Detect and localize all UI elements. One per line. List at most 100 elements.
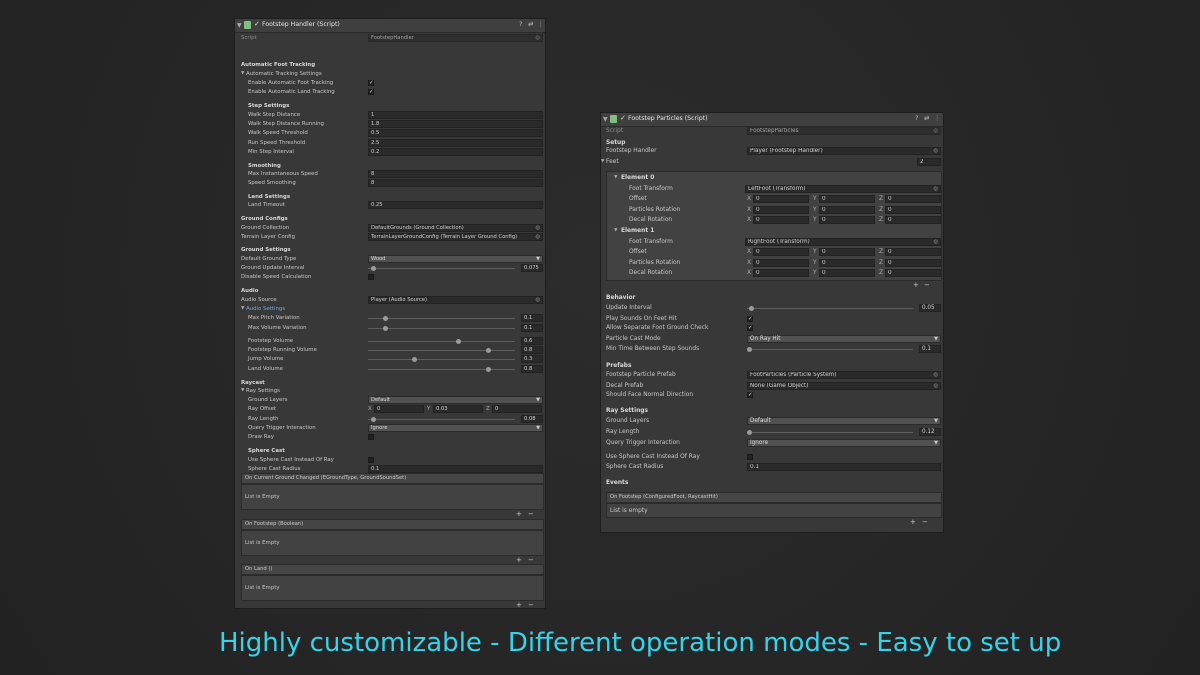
dropdown-query-trigger-interaction[interactable]: Ignore ▼ [747, 439, 941, 447]
field-sphere-cast-radius[interactable]: 0.1 [368, 465, 543, 473]
object-field-terrain-layer-config[interactable]: TerrainLayerGroundConfig (Terrain Layer … [368, 233, 543, 241]
checkbox-enable-automatic-land-tracking[interactable]: ✓ [368, 89, 374, 95]
vector-field-y[interactable]: 0 [819, 195, 875, 203]
foldout-arrow-icon[interactable]: ▼ [241, 386, 244, 396]
slider-handle[interactable] [749, 306, 754, 311]
slider-track-ray-length[interactable] [368, 419, 515, 420]
foldout-arrow-icon[interactable]: ▼ [237, 22, 242, 29]
slider-value-land-volume[interactable]: 0.8 [521, 365, 543, 373]
slider-handle[interactable] [383, 326, 388, 331]
slider-track-jump-volume[interactable] [368, 359, 515, 360]
enabled-checkbox[interactable]: ✓ [254, 20, 260, 28]
field-walk-step-distance-running[interactable]: 1.8 [368, 120, 543, 128]
vector-field-y[interactable]: 0 [819, 248, 875, 256]
vector-field-x[interactable]: 0 [753, 259, 809, 267]
slider-value-update-interval[interactable]: 0.05 [919, 304, 941, 312]
slider-handle[interactable] [747, 347, 752, 352]
slider-track-ray-length[interactable] [747, 432, 913, 433]
object-field-foot-transform[interactable]: LeftFoot (Transform) ◎ [745, 185, 941, 193]
object-picker-icon[interactable]: ◎ [933, 148, 938, 154]
slider-value-ray-length[interactable]: 0.08 [521, 415, 543, 423]
object-picker-icon[interactable]: ◎ [535, 225, 540, 231]
slider-value-footstep-volume[interactable]: 0.6 [521, 337, 543, 345]
enabled-checkbox[interactable]: ✓ [620, 114, 626, 122]
foldout-arrow-icon[interactable]: ▼ [241, 69, 244, 79]
add-foot-button[interactable]: + [913, 281, 919, 289]
object-field-foot-transform[interactable]: RightFoot (Transform) ◎ [745, 238, 941, 246]
checkbox-enable-automatic-foot-tracking[interactable]: ✓ [368, 80, 374, 86]
object-field-footstep-particle-prefab[interactable]: FootParticles (Particle System) ◎ [747, 371, 941, 379]
vector-field-z[interactable]: 0 [885, 195, 941, 203]
remove-event-button[interactable]: − [922, 518, 928, 526]
field-run-speed-threshold[interactable]: 2.5 [368, 139, 543, 147]
slider-track-footstep-volume[interactable] [368, 341, 515, 342]
foldout-arrow-icon[interactable]: ▼ [603, 116, 608, 123]
foldout-arrow-icon[interactable]: ▼ [601, 157, 604, 167]
object-picker-icon[interactable]: ◎ [933, 383, 938, 389]
slider-value-max-pitch-variation[interactable]: 0.1 [521, 314, 543, 322]
menu-icon[interactable]: ⋮ [537, 20, 544, 28]
slider-value-min-time-between-step-sounds[interactable]: 0.1 [919, 345, 941, 353]
object-field-footstep-handler[interactable]: Player (Footstep Handler) ◎ [747, 147, 941, 155]
vector-field-y[interactable]: 0 [819, 206, 875, 214]
preset-icon[interactable]: ⇄ [924, 114, 929, 122]
vector-field-y[interactable]: 0 [819, 259, 875, 267]
remove-event-button[interactable]: − [528, 510, 534, 518]
vector-field-z[interactable]: 0 [885, 259, 941, 267]
array-size-field[interactable]: 2 [917, 158, 941, 166]
vector-field-z[interactable]: 0 [885, 216, 941, 224]
slider-handle[interactable] [486, 367, 491, 372]
object-field-ground-collection[interactable]: DefaultGrounds (Ground Collection) ◎ [368, 224, 543, 232]
field-sphere-cast-radius[interactable]: 0.1 [747, 463, 941, 471]
foldout-arrow-icon[interactable]: ▼ [614, 173, 617, 183]
vector-field-z[interactable]: 0 [492, 405, 542, 413]
slider-handle[interactable] [747, 430, 752, 435]
slider-value-ray-length[interactable]: 0.12 [919, 428, 941, 436]
slider-track-min-time-between-step-sounds[interactable] [747, 349, 913, 350]
vector-field-x[interactable]: 0 [374, 405, 424, 413]
vector-field-y[interactable]: 0 [819, 216, 875, 224]
add-event-button[interactable]: + [516, 601, 522, 608]
dropdown-default-ground-type[interactable]: Wood ▼ [368, 255, 543, 263]
element-foldout[interactable]: Element 1 [621, 226, 654, 236]
dropdown-particle-cast-mode[interactable]: On Ray Hit ▼ [747, 335, 941, 343]
slider-track-land-volume[interactable] [368, 369, 515, 370]
dropdown-ground-layers[interactable]: Default ▼ [368, 396, 543, 404]
field-land-timeout[interactable]: 0.25 [368, 201, 543, 209]
add-event-button[interactable]: + [516, 510, 522, 518]
slider-track-ground-update-interval[interactable] [368, 268, 515, 269]
slider-handle[interactable] [371, 417, 376, 422]
slider-handle[interactable] [486, 348, 491, 353]
foldout-arrow-icon[interactable]: ▼ [614, 226, 617, 236]
remove-event-button[interactable]: − [528, 556, 534, 564]
remove-foot-button[interactable]: − [924, 281, 930, 289]
vector-field-x[interactable]: 0 [753, 206, 809, 214]
slider-value-footstep-running-volume[interactable]: 0.8 [521, 346, 543, 354]
object-picker-icon[interactable]: ◎ [933, 186, 938, 192]
help-icon[interactable]: ? [915, 114, 918, 122]
object-picker-icon[interactable]: ◎ [933, 372, 938, 378]
vector-field-y[interactable]: 0.03 [433, 405, 483, 413]
field-min-step-interval[interactable]: 0.2 [368, 148, 543, 156]
vector-field-x[interactable]: 0 [753, 269, 809, 277]
vector-field-z[interactable]: 0 [885, 248, 941, 256]
vector-field-y[interactable]: 0 [819, 269, 875, 277]
object-picker-icon[interactable]: ◎ [535, 234, 540, 240]
vector-field-x[interactable]: 0 [753, 248, 809, 256]
object-field-audio-source[interactable]: Player (Audio Source) ◎ [368, 296, 543, 304]
label-feet[interactable]: Feet [606, 157, 619, 167]
foldout-arrow-icon[interactable]: ▼ [241, 304, 244, 314]
slider-value-ground-update-interval[interactable]: 0.075 [521, 264, 543, 272]
dropdown-ground-layers[interactable]: Default ▼ [747, 417, 941, 425]
slider-value-max-volume-variation[interactable]: 0.1 [521, 324, 543, 332]
slider-handle[interactable] [371, 266, 376, 271]
slider-track-max-volume-variation[interactable] [368, 328, 515, 329]
slider-handle[interactable] [383, 316, 388, 321]
add-event-button[interactable]: + [516, 556, 522, 564]
vector-field-x[interactable]: 0 [753, 216, 809, 224]
object-field-decal-prefab[interactable]: None (Game Object) ◎ [747, 382, 941, 390]
slider-value-jump-volume[interactable]: 0.3 [521, 355, 543, 363]
vector-field-z[interactable]: 0 [885, 269, 941, 277]
preset-icon[interactable]: ⇄ [528, 20, 533, 28]
checkbox-should-face-normal-direction[interactable]: ✓ [747, 392, 753, 398]
